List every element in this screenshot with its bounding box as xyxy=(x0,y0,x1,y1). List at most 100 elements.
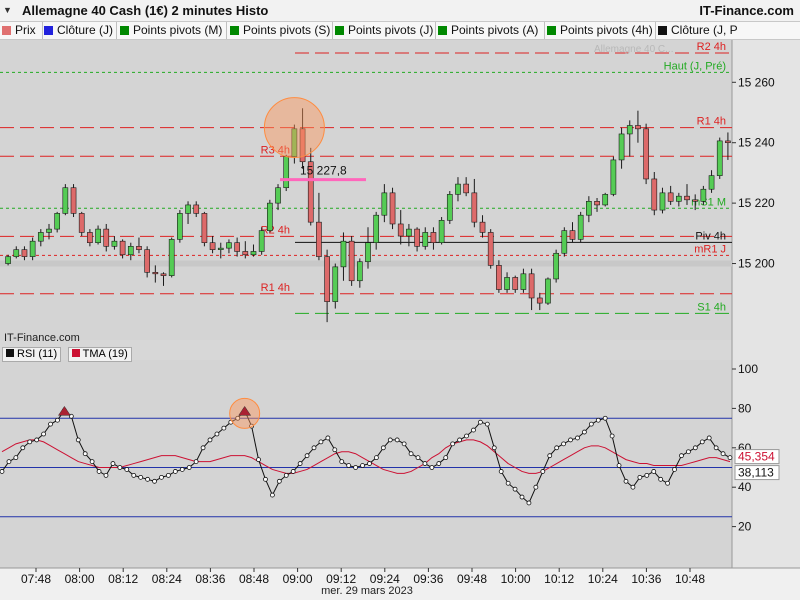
y-tick-label: 15 220 xyxy=(738,196,775,210)
rsi-point xyxy=(554,445,560,451)
rsi-point xyxy=(512,486,518,492)
osc-y-tick-label: 20 xyxy=(738,520,752,534)
candle-body xyxy=(70,187,77,214)
rsi-point xyxy=(477,419,483,425)
rsi-point xyxy=(311,445,317,451)
x-tick-label: 10:00 xyxy=(501,572,531,586)
rsi-point xyxy=(429,465,435,470)
highlight-circle xyxy=(263,97,325,159)
candle-body xyxy=(242,251,249,256)
legend-item-rsi[interactable]: RSI (11) xyxy=(2,347,62,362)
rsi-point xyxy=(6,459,12,464)
rsi-point xyxy=(491,445,497,451)
legend-item-tma[interactable]: TMA (19) xyxy=(67,347,132,362)
rsi-point xyxy=(283,472,289,478)
rsi-point xyxy=(582,429,587,435)
candle-body xyxy=(479,221,486,233)
candle-body xyxy=(144,249,150,273)
rsi-point xyxy=(415,455,421,461)
rsi-point xyxy=(706,435,712,441)
x-tick-label: 10:36 xyxy=(631,572,661,586)
candle-body xyxy=(700,188,707,202)
price-level-label: R1 4h xyxy=(261,282,290,294)
candle-body xyxy=(283,156,290,189)
rsi-point xyxy=(547,453,553,459)
rsi-point xyxy=(360,463,365,468)
candle-body xyxy=(381,192,388,216)
rsi-point xyxy=(484,421,490,427)
candle-body xyxy=(316,221,322,257)
candle-body xyxy=(716,140,723,176)
candle-body xyxy=(152,272,159,275)
candle-body xyxy=(569,230,576,240)
candle-body xyxy=(267,202,273,231)
y-tick-label: 15 240 xyxy=(738,136,775,150)
rsi-point xyxy=(380,445,386,451)
rsi-point xyxy=(692,445,698,451)
rsi-point xyxy=(353,465,359,470)
rsi-point xyxy=(256,457,261,463)
candle-body xyxy=(209,242,216,250)
rsi-point xyxy=(20,445,26,451)
rsi-point xyxy=(165,472,171,478)
rsi-point xyxy=(152,478,157,484)
rsi-point xyxy=(533,484,539,490)
candle-body xyxy=(95,228,101,243)
rsi-point xyxy=(561,441,566,447)
price-level-label: R1 4h xyxy=(697,116,726,128)
x-tick-label: 10:12 xyxy=(544,572,574,586)
price-level-label: mS1 M xyxy=(691,196,726,208)
price-panel-bg xyxy=(0,40,800,340)
candle-body xyxy=(46,228,52,233)
rsi-point xyxy=(346,463,352,468)
candle-body xyxy=(635,125,641,130)
candle-body xyxy=(365,242,371,263)
x-tick-label: 09:00 xyxy=(283,572,313,586)
rsi-point xyxy=(124,467,130,472)
rsi-point xyxy=(200,445,206,451)
candle-body xyxy=(455,183,461,195)
candle-body xyxy=(348,240,355,282)
x-tick-label: 08:36 xyxy=(195,572,225,586)
x-tick-label: 09:48 xyxy=(457,572,487,586)
rsi-point xyxy=(575,435,580,441)
candle-body xyxy=(193,204,200,214)
candle-body xyxy=(438,220,445,243)
rsi-point xyxy=(623,478,629,484)
candle-body xyxy=(602,194,609,206)
rsi-point xyxy=(609,433,615,439)
chart-area: R2 4hHaut (J, Pré)R1 4hR3 4hmS1 MR2 4hPi… xyxy=(0,40,800,600)
rsi-point xyxy=(526,500,532,506)
candle-body xyxy=(185,204,191,214)
candle-body xyxy=(487,232,494,266)
candle-body xyxy=(463,183,469,194)
candle-body xyxy=(504,277,510,290)
rsi-point xyxy=(367,461,372,466)
rsi-point xyxy=(672,467,677,472)
rsi-point xyxy=(568,437,573,443)
legend-label: TMA (19) xyxy=(82,348,128,360)
rsi-point xyxy=(27,439,33,445)
rsi-point xyxy=(595,417,601,423)
rsi-point xyxy=(422,461,428,466)
candle-body xyxy=(577,214,584,240)
candle-body xyxy=(536,297,543,304)
candle-body xyxy=(496,265,502,290)
candle-body xyxy=(13,249,20,257)
rsi-point xyxy=(41,431,46,437)
candle-body xyxy=(275,187,281,204)
rsi-point xyxy=(34,437,40,443)
rsi-point xyxy=(588,421,594,427)
rsi-point xyxy=(699,439,705,445)
rsi-point xyxy=(221,425,227,431)
rsi-point xyxy=(172,469,178,474)
candle-body xyxy=(127,246,134,256)
rsi-point xyxy=(89,459,95,464)
candle-body xyxy=(618,133,625,161)
rsi-value-label: 38,113 xyxy=(738,466,774,480)
price-level-label: S1 4h xyxy=(697,301,726,313)
rsi-point xyxy=(214,431,220,437)
rsi-point xyxy=(686,449,691,455)
rsi-point xyxy=(75,437,81,443)
candle-body xyxy=(389,192,396,225)
